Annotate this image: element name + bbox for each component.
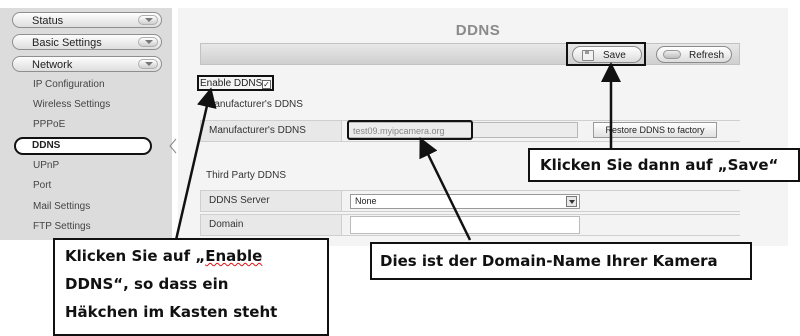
callout-save: Klicken Sie dann auf „Save“ — [528, 148, 800, 182]
arrow-to-domain — [419, 137, 472, 241]
callout-enable-line-1a: Klicken Sie auf „ — [65, 247, 206, 265]
callout-enable-line-2: DDNS“, so dass ein — [65, 275, 229, 293]
callout-domain: Dies ist der Domain-Name Ihrer Kamera — [370, 242, 752, 280]
callout-enable-line-3: Häkchen im Kasten steht — [65, 303, 278, 321]
callout-enable-line-1: Klicken Sie auf „Enable — [65, 242, 327, 270]
arrow-to-enable — [174, 87, 217, 241]
callout-enable-ddns: Klicken Sie auf „Enable DDNS“, so dass e… — [53, 238, 329, 336]
callout-enable-line-1b: Enable — [205, 247, 263, 265]
